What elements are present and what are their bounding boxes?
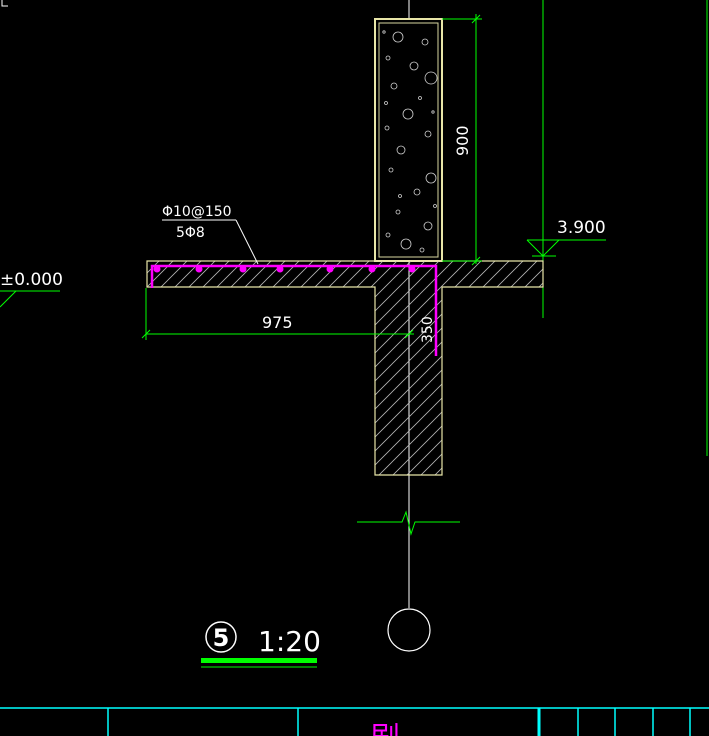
corner-mark: [1, 0, 8, 7]
elevation-slab-mark: [526, 239, 606, 257]
title-underline-thick: [201, 658, 317, 663]
detail-scale: 1:20: [258, 625, 321, 658]
rebar-top-label: Φ10@150: [162, 204, 232, 220]
rebar-bottom-label: 5Φ8: [176, 225, 205, 241]
dim-cantilever-text: 975: [262, 313, 293, 332]
cad-detail-drawing: 900 975 350 3.900 ±0.000 Φ10@150 5Φ8 5 1…: [0, 0, 709, 736]
detail-number: 5: [213, 624, 230, 652]
title-block: [0, 707, 709, 736]
elevation-zero-text: ±0.000: [0, 270, 63, 290]
elevation-slab-text: 3.900: [557, 218, 606, 238]
parapet-wall: [374, 18, 443, 262]
title-block-char: 剧: [370, 721, 400, 736]
dim-beam-text: 350: [420, 316, 436, 343]
elevation-zero-mark: [0, 290, 60, 308]
dim-wall-height-text: 900: [453, 125, 472, 156]
slab-beam-section: [146, 260, 544, 476]
axis-bubble: [387, 608, 431, 652]
